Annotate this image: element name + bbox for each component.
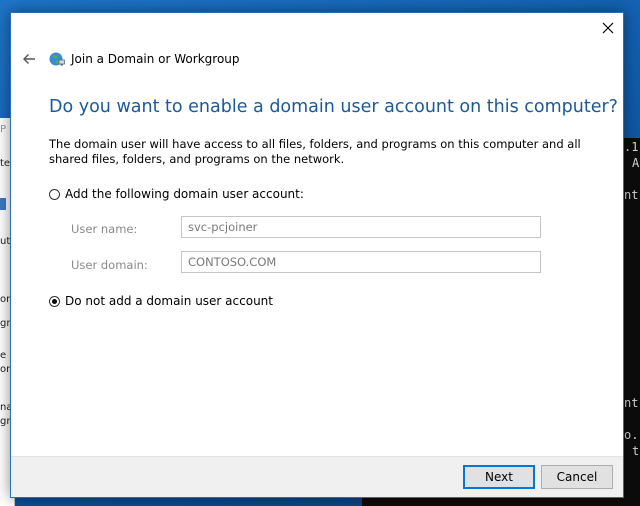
page-heading: Do you want to enable a domain user acco…	[49, 97, 618, 117]
background-window-text: e	[0, 350, 7, 361]
console-text: o.	[624, 428, 639, 442]
console-text: .1	[624, 140, 639, 154]
background-window-text: P	[0, 124, 7, 135]
radio-add-domain-user[interactable]: Add the following domain user account:	[49, 187, 304, 201]
console-text: nt	[624, 188, 639, 202]
back-arrow-icon	[23, 54, 35, 64]
user-domain-field[interactable]: CONTOSO.COM	[181, 251, 541, 273]
console-text: t	[632, 444, 640, 458]
network-globe-icon	[49, 52, 65, 66]
radio-label: Do not add a domain user account	[65, 294, 273, 308]
close-icon	[602, 22, 614, 34]
description-text: The domain user will have access to all …	[49, 137, 581, 166]
user-name-field[interactable]: svc-pcjoiner	[181, 216, 541, 238]
join-domain-dialog: Join a Domain or Workgroup Do you want t…	[10, 12, 624, 498]
user-domain-label: User domain:	[71, 258, 148, 272]
background-window-icon	[0, 198, 6, 210]
radio-button-selected[interactable]	[49, 295, 60, 307]
window-title: Join a Domain or Workgroup	[71, 52, 240, 66]
console-text: nt	[624, 396, 639, 410]
dialog-footer: Next Cancel	[11, 456, 623, 497]
console-window[interactable]: .1 A nt nt o. t	[622, 138, 640, 506]
console-text: A	[632, 156, 640, 170]
background-window-text: ut	[0, 236, 11, 247]
close-button[interactable]	[593, 13, 623, 43]
title-bar: Join a Domain or Workgroup	[19, 49, 240, 69]
back-button[interactable]	[19, 49, 39, 69]
radio-button[interactable]	[49, 188, 60, 200]
radio-label: Add the following domain user account:	[65, 187, 304, 201]
next-button[interactable]: Next	[463, 465, 535, 489]
cancel-button[interactable]: Cancel	[541, 465, 613, 489]
radio-no-domain-user[interactable]: Do not add a domain user account	[49, 294, 273, 308]
user-name-label: User name:	[71, 222, 138, 236]
